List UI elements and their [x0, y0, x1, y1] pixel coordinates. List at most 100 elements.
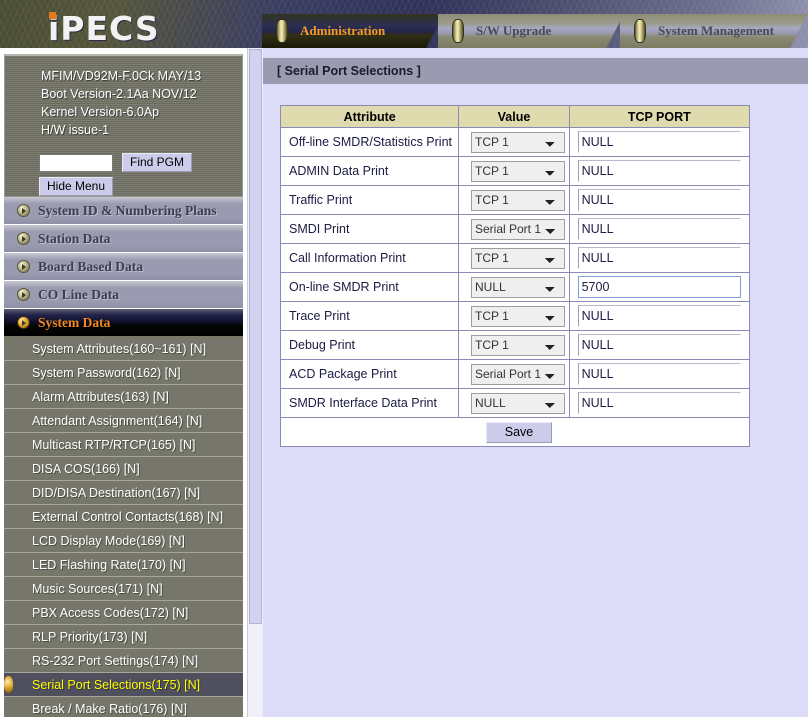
sidebar-item-pbx-access-codes[interactable]: PBX Access Codes(172) [N]	[4, 601, 243, 625]
value-select[interactable]: NULLTCP 1Serial Port 1	[470, 334, 565, 356]
tcp-port-input[interactable]	[577, 247, 741, 269]
chevron-right-icon	[17, 204, 30, 217]
table-row: Trace Print NULLTCP 1Serial Port 1	[279, 301, 751, 331]
value-cell: NULLTCP 1Serial Port 1	[458, 301, 570, 331]
sidebar-group-label: System ID & Numbering Plans	[38, 202, 217, 218]
top-banner: iPECS Administration S/W Upgrade System …	[0, 0, 808, 48]
tcp-port-input[interactable]	[577, 218, 741, 240]
sidebar-item-label: Music Sources(171) [N]	[32, 581, 163, 596]
sidebar-group-board-based-data[interactable]: Board Based Data	[4, 253, 243, 281]
sidebar-item-alarm-attributes[interactable]: Alarm Attributes(163) [N]	[4, 385, 243, 409]
chevron-right-icon	[17, 232, 30, 245]
column-header-value: Value	[458, 105, 570, 128]
hide-menu-button[interactable]: Hide Menu	[39, 177, 114, 196]
tab-administration[interactable]: Administration	[262, 14, 444, 48]
sidebar-item-label: Serial Port Selections(175) [N]	[32, 677, 201, 692]
sidebar-item-system-password[interactable]: System Password(162) [N]	[4, 361, 243, 385]
sidebar-item-label: Break / Make Ratio(176) [N]	[32, 701, 187, 716]
value-select[interactable]: NULLTCP 1Serial Port 1	[470, 305, 565, 327]
sidebar-item-label: System Attributes(160~161) [N]	[32, 341, 207, 356]
logo-text: iPECS	[48, 9, 160, 48]
sidebar-item-serial-port-selections[interactable]: Serial Port Selections(175) [N]	[4, 673, 243, 697]
sidebar-item-music-sources[interactable]: Music Sources(171) [N]	[4, 577, 243, 601]
sidebar-item-label: Alarm Attributes(163) [N]	[32, 389, 169, 404]
sidebar-item-break-make-ratio[interactable]: Break / Make Ratio(176) [N]	[4, 697, 243, 717]
table-row: ADMIN Data Print NULLTCP 1Serial Port 1	[279, 156, 751, 186]
tab-administration-label: Administration	[300, 23, 386, 38]
value-select[interactable]: NULLTCP 1Serial Port 1	[470, 392, 565, 414]
system-info-line: Kernel Version-6.0Ap	[41, 105, 160, 119]
find-pgm-input[interactable]	[39, 153, 113, 172]
tcp-port-input[interactable]	[577, 276, 741, 298]
sidebar-item-did-disa-destination[interactable]: DID/DISA Destination(167) [N]	[4, 481, 243, 505]
tcp-port-cell	[568, 301, 751, 331]
attribute-cell: SMDI Print	[279, 214, 460, 244]
value-cell: NULLTCP 1Serial Port 1	[458, 272, 570, 302]
tcp-port-cell	[568, 388, 751, 418]
value-select[interactable]: NULLTCP 1Serial Port 1	[470, 363, 565, 385]
table-row: SMDI Print NULLTCP 1Serial Port 1	[279, 214, 751, 244]
column-header-attribute: Attribute	[279, 105, 460, 128]
table-body: Off-line SMDR/Statistics Print NULLTCP 1S…	[279, 127, 751, 418]
sidebar-item-label: RLP Priority(173) [N]	[32, 629, 148, 644]
value-select[interactable]: NULLTCP 1Serial Port 1	[470, 247, 565, 269]
sidebar-group-label: System Data	[38, 314, 111, 330]
sidebar-item-led-flashing-rate[interactable]: LED Flashing Rate(170) [N]	[4, 553, 243, 577]
value-select[interactable]: NULLTCP 1Serial Port 1	[470, 276, 565, 298]
table-head: Attribute Value TCP PORT	[279, 105, 751, 128]
value-cell: NULLTCP 1Serial Port 1	[458, 330, 570, 360]
tcp-port-input[interactable]	[577, 305, 741, 327]
sidebar-item-multicast-rtp-rtcp[interactable]: Multicast RTP/RTCP(165) [N]	[4, 433, 243, 457]
chevron-right-icon	[17, 316, 30, 329]
sidebar-item-system-attributes[interactable]: System Attributes(160~161) [N]	[4, 337, 243, 361]
value-select[interactable]: NULLTCP 1Serial Port 1	[470, 218, 565, 240]
value-cell: NULLTCP 1Serial Port 1	[458, 185, 570, 215]
tcp-port-input[interactable]	[577, 189, 741, 211]
cylinder-icon	[634, 19, 646, 43]
tcp-port-cell	[568, 272, 751, 302]
attribute-cell: SMDR Interface Data Print	[279, 388, 460, 418]
tcp-port-input[interactable]	[577, 363, 741, 385]
hide-menu-wrap: Hide Menu	[39, 177, 114, 196]
tcp-port-cell	[568, 359, 751, 389]
tcp-port-cell	[568, 127, 751, 157]
sidebar-group-station-data[interactable]: Station Data	[4, 225, 243, 253]
ipecs-logo: iPECS	[48, 9, 160, 48]
tcp-port-input[interactable]	[577, 392, 741, 414]
table-row: Call Information Print NULLTCP 1Serial Po…	[279, 243, 751, 273]
sidebar-item-disa-cos[interactable]: DISA COS(166) [N]	[4, 457, 243, 481]
tcp-port-input[interactable]	[577, 334, 741, 356]
value-select[interactable]: NULLTCP 1Serial Port 1	[470, 189, 565, 211]
sidebar-item-attendant-assignment[interactable]: Attendant Assignment(164) [N]	[4, 409, 243, 433]
value-cell: NULLTCP 1Serial Port 1	[458, 243, 570, 273]
table-row: Off-line SMDR/Statistics Print NULLTCP 1S…	[279, 127, 751, 157]
tcp-port-input[interactable]	[577, 131, 741, 153]
system-info-line: H/W issue-1	[41, 123, 110, 137]
sidebar-item-external-control-contacts[interactable]: External Control Contacts(168) [N]	[4, 505, 243, 529]
page-title: [ Serial Port Selections ]	[277, 64, 421, 78]
value-select[interactable]: NULLTCP 1Serial Port 1	[470, 131, 565, 153]
sidebar-item-rlp-priority[interactable]: RLP Priority(173) [N]	[4, 625, 243, 649]
scrollbar-thumb[interactable]	[249, 49, 262, 624]
tcp-port-cell	[568, 214, 751, 244]
system-info-panel: MFIM/VD92M-F.0Ck MAY/13 Boot Version-2.1…	[4, 54, 243, 197]
tab-system-management[interactable]: System Management	[620, 14, 808, 48]
tab-sw-upgrade[interactable]: S/W Upgrade	[438, 14, 624, 48]
sidebar-scrollbar[interactable]	[247, 48, 263, 717]
sidebar-group-system-data[interactable]: System Data	[4, 309, 243, 337]
table-header-row: Attribute Value TCP PORT	[279, 105, 751, 128]
sidebar-group-co-line-data[interactable]: CO Line Data	[4, 281, 243, 309]
sidebar-group-system-id-numbering-plans[interactable]: System ID & Numbering Plans	[4, 197, 243, 225]
value-cell: NULLTCP 1Serial Port 1	[458, 156, 570, 186]
value-select[interactable]: NULLTCP 1Serial Port 1	[470, 160, 565, 182]
tcp-port-input[interactable]	[577, 160, 741, 182]
sidebar-item-label: External Control Contacts(168) [N]	[32, 509, 224, 524]
sidebar-item-lcd-display-mode[interactable]: LCD Display Mode(169) [N]	[4, 529, 243, 553]
find-pgm-button[interactable]: Find PGM	[122, 153, 193, 172]
sidebar-item-label: LCD Display Mode(169) [N]	[32, 533, 185, 548]
save-cell: Save	[280, 417, 750, 447]
save-row: Save	[280, 417, 750, 447]
sidebar-item-rs232-port-settings[interactable]: RS-232 Port Settings(174) [N]	[4, 649, 243, 673]
sidebar-item-label: LED Flashing Rate(170) [N]	[32, 557, 186, 572]
save-button[interactable]: Save	[485, 421, 553, 443]
